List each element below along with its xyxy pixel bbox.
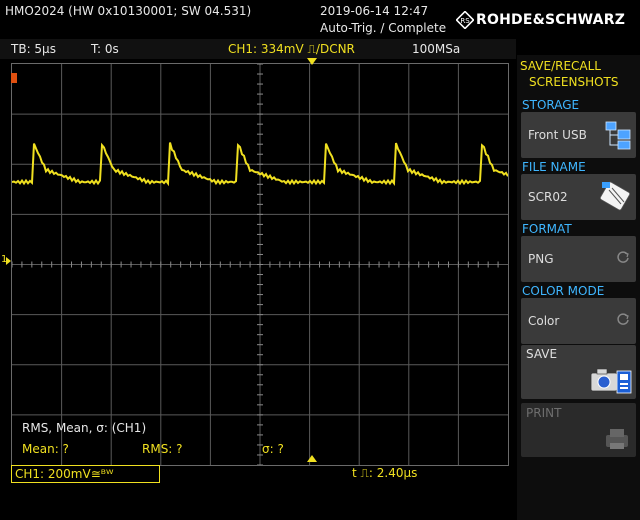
- menu-title-line1: SAVE/RECALL: [520, 59, 601, 73]
- storage-label: STORAGE: [522, 98, 580, 112]
- measurement-title: RMS, Mean, σ: (CH1): [22, 421, 147, 435]
- print-label: PRINT: [526, 406, 562, 420]
- measurement-mean: Mean: ?: [22, 442, 69, 456]
- usb-folder-icon: [605, 121, 631, 150]
- waveform-display[interactable]: [11, 63, 509, 466]
- measurement-sigma: σ: ?: [262, 442, 284, 456]
- time-offset[interactable]: T: 0s: [91, 42, 119, 56]
- storage-value: Front USB: [528, 128, 587, 142]
- color-mode-label: COLOR MODE: [522, 284, 605, 298]
- channel1-settings[interactable]: CH1: 200mV≅ᴮᵂ: [11, 465, 160, 483]
- color-mode-value: Color: [528, 314, 560, 328]
- storage-softkey[interactable]: Front USB: [521, 112, 636, 158]
- file-name-softkey[interactable]: SCR02: [521, 174, 636, 220]
- svg-text:RS: RS: [460, 17, 470, 25]
- rs-diamond-icon: RS: [456, 11, 474, 29]
- trigger-level-marker: [11, 73, 17, 83]
- trigger-time-marker: [307, 58, 317, 65]
- printer-icon: [606, 429, 628, 449]
- trigger-setting[interactable]: CH1: 334mV ⎍/DCNR: [228, 42, 355, 57]
- device-info: HMO2024 (HW 0x10130001; SW 04.531): [5, 4, 252, 18]
- datetime: 2019-06-14 12:47: [320, 4, 429, 18]
- graticule: [12, 64, 508, 465]
- timebase[interactable]: TB: 5µs: [11, 42, 56, 56]
- rotary-knob-icon: [617, 313, 629, 325]
- menu-title-line2: SCREENSHOTS: [529, 75, 619, 89]
- pulse-width-readout: t ⎍: 2.40µs: [352, 466, 418, 480]
- save-camera-icon: [590, 368, 632, 394]
- rotary-knob-icon: [617, 251, 629, 263]
- file-name-label: FILE NAME: [522, 160, 586, 174]
- keyboard-edit-icon: [599, 181, 631, 211]
- print-softkey: PRINT: [521, 403, 636, 457]
- brand-name: ROHDE&SCHWARZ: [476, 12, 626, 28]
- color-mode-softkey[interactable]: Color: [521, 298, 636, 344]
- trigger-time-marker-bottom: [307, 455, 317, 462]
- measurement-rms: RMS: ?: [142, 442, 183, 456]
- brand-logo: RS ROHDE&SCHWARZ: [456, 11, 625, 29]
- save-label: SAVE: [526, 347, 558, 361]
- channel1-arrow-icon: [6, 257, 11, 265]
- format-value: PNG: [528, 252, 554, 266]
- format-label: FORMAT: [522, 222, 572, 236]
- format-softkey[interactable]: PNG: [521, 236, 636, 282]
- trigger-status: Auto-Trig. / Complete: [320, 21, 447, 35]
- file-name-value: SCR02: [528, 190, 568, 204]
- sample-rate: 100MSa: [412, 42, 461, 56]
- save-softkey[interactable]: SAVE: [521, 345, 636, 399]
